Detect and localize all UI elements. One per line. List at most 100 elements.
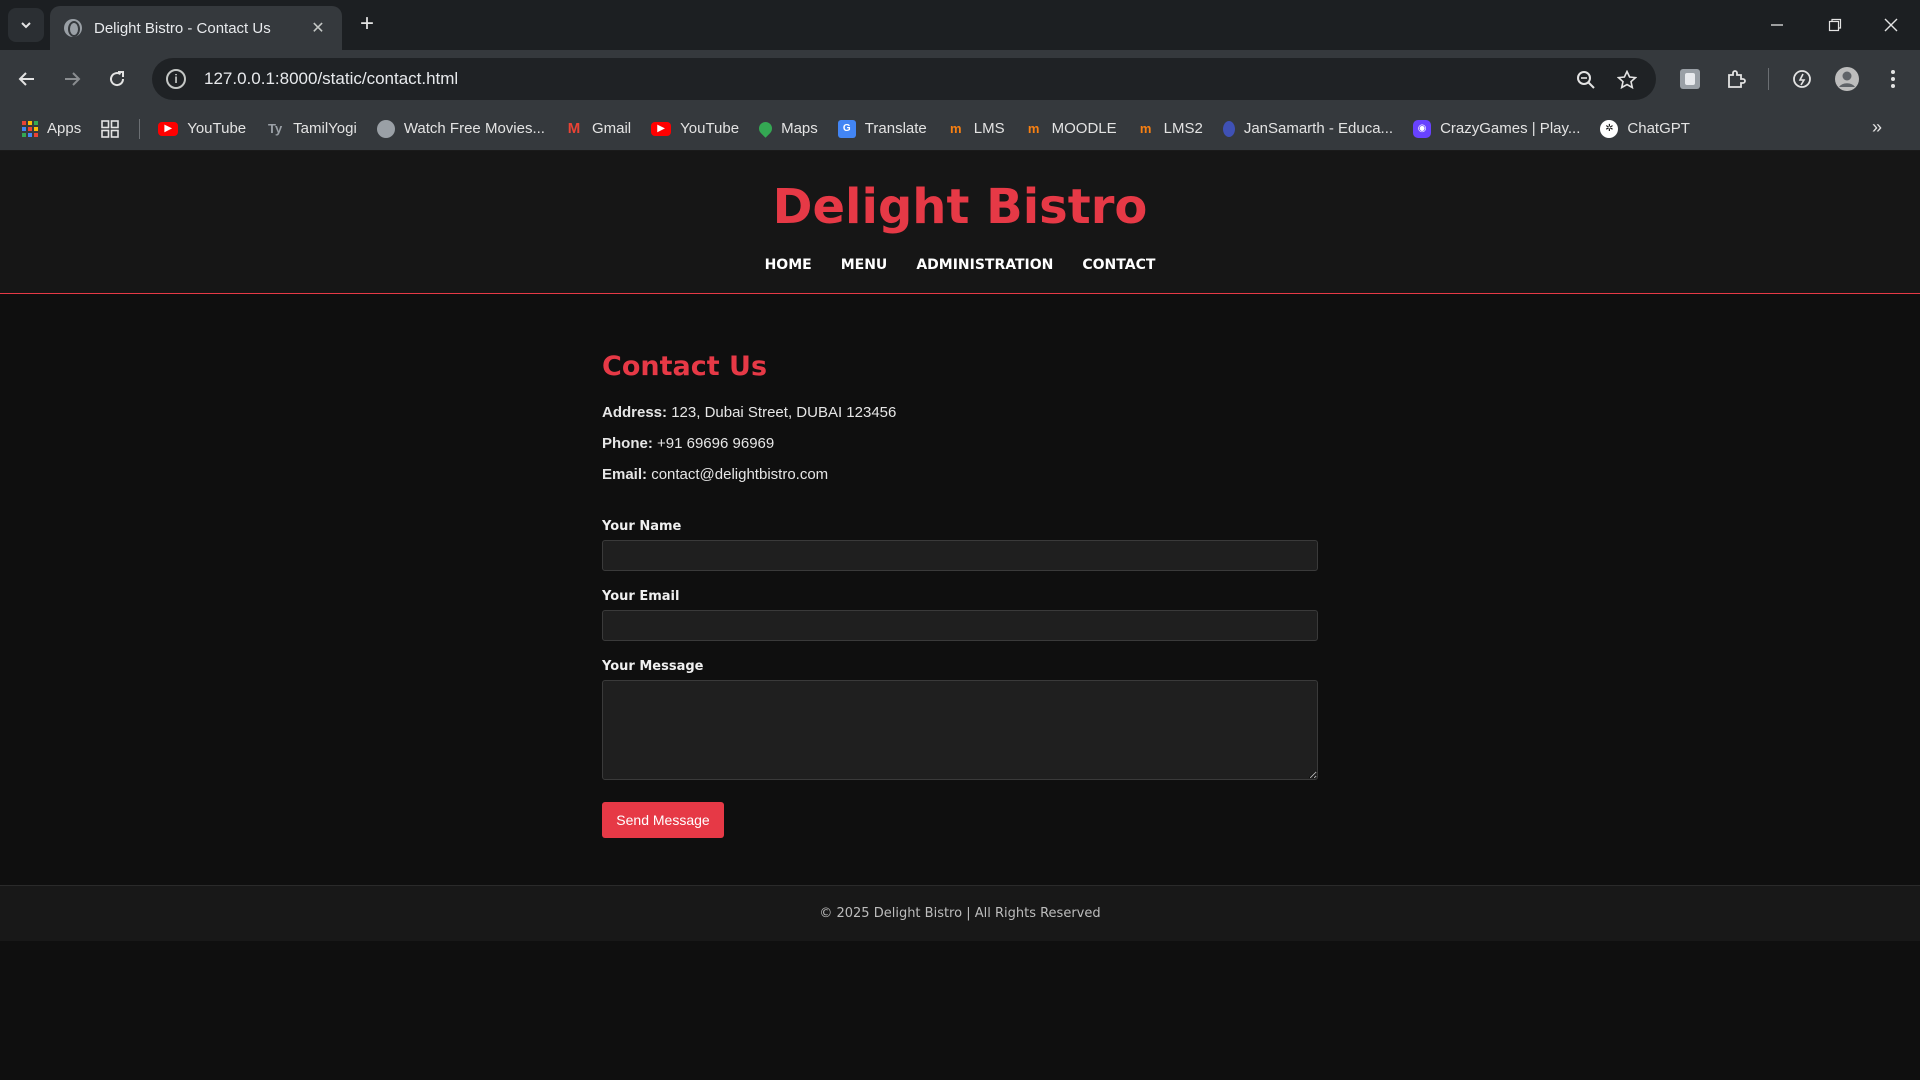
bookmark-label: Gmail xyxy=(591,120,632,137)
message-field[interactable] xyxy=(602,680,1318,780)
close-tab-icon[interactable]: ✕ xyxy=(308,18,328,38)
bookmark-star-icon[interactable] xyxy=(1616,69,1638,91)
bookmarks-overflow-chevron-icon[interactable]: » xyxy=(1872,117,1882,138)
globe-icon xyxy=(376,119,395,138)
youtube-icon: ▶ xyxy=(651,121,672,136)
maps-icon xyxy=(756,119,775,138)
send-message-button[interactable]: Send Message xyxy=(602,802,724,838)
email-label: Email: xyxy=(602,466,648,483)
bookmarks-divider xyxy=(139,118,141,139)
address-url: 127.0.0.1:8000/static/contact.html xyxy=(204,69,459,88)
moodle-icon: m xyxy=(949,121,962,136)
email-field-label: Your Email xyxy=(602,589,680,604)
bookmark-label: Maps xyxy=(781,120,818,137)
bookmark-label: ChatGPT xyxy=(1627,120,1690,137)
bookmark-maps[interactable]: Maps xyxy=(756,119,818,138)
nav-contact[interactable]: CONTACT xyxy=(1082,257,1155,273)
site-header: Delight Bistro HOME MENU ADMINISTRATION … xyxy=(0,151,1920,294)
bookmark-label: LMS xyxy=(973,120,1005,137)
name-field-label: Your Name xyxy=(602,519,682,534)
nav-home[interactable]: HOME xyxy=(765,257,812,273)
gmail-icon: M xyxy=(567,120,581,137)
apps-grid-icon xyxy=(22,120,38,137)
bookmark-crazygames[interactable]: ◉ CrazyGames | Play... xyxy=(1413,119,1581,138)
extensions-menu-button[interactable] xyxy=(1721,64,1751,94)
email-line: Email: contact@delightbistro.com xyxy=(602,466,1318,483)
moodle-icon: m xyxy=(1027,121,1040,136)
bookmark-label: YouTube xyxy=(680,120,740,137)
browser-toolbar: i 127.0.0.1:8000/static/contact.html xyxy=(0,50,1920,107)
bookmark-lms2[interactable]: m LMS2 xyxy=(1137,120,1203,138)
bookmark-jansamarth[interactable]: JanSamarth - Educa... xyxy=(1222,120,1394,137)
crazygames-icon: ◉ xyxy=(1413,119,1432,138)
bookmark-watch-free-movies[interactable]: Watch Free Movies... xyxy=(376,119,545,138)
contact-section: Contact Us Address: 123, Dubai Street, D… xyxy=(602,351,1318,838)
minimize-icon xyxy=(1771,24,1783,26)
site-info-icon[interactable]: i xyxy=(166,69,186,89)
bookmark-label: MOODLE xyxy=(1051,120,1117,137)
forward-button[interactable] xyxy=(57,64,87,94)
close-icon xyxy=(1884,18,1898,32)
bookmark-translate[interactable]: G Translate xyxy=(837,119,927,138)
more-vertical-icon xyxy=(1891,70,1895,88)
email-value: contact@delightbistro.com xyxy=(651,466,829,483)
bookmark-label: JanSamarth - Educa... xyxy=(1243,120,1394,137)
bookmark-lms[interactable]: m LMS xyxy=(947,120,1005,138)
reload-button[interactable] xyxy=(102,64,132,94)
extension-app-icon xyxy=(1680,69,1700,89)
new-tab-button[interactable]: + xyxy=(352,10,382,40)
profile-avatar[interactable] xyxy=(1832,64,1862,94)
bookmark-label: Translate xyxy=(864,120,927,137)
contact-form: Your Name Your Email Your Message Send M… xyxy=(602,519,1318,838)
name-field[interactable] xyxy=(602,540,1318,571)
bookmark-gmail[interactable]: M Gmail xyxy=(565,120,631,138)
tab-title: Delight Bistro - Contact Us xyxy=(94,19,271,37)
arrow-left-icon xyxy=(18,72,34,86)
message-field-label: Your Message xyxy=(602,659,704,674)
site-brand: Delight Bistro xyxy=(772,179,1148,235)
close-window-button[interactable] xyxy=(1862,0,1920,50)
browser-tab-active[interactable]: Delight Bistro - Contact Us ✕ xyxy=(50,6,342,50)
translate-icon: G xyxy=(837,119,856,138)
email-field[interactable] xyxy=(602,610,1318,641)
puzzle-icon xyxy=(1728,70,1746,88)
bookmark-apps[interactable]: Apps xyxy=(22,120,81,137)
back-button[interactable] xyxy=(12,64,42,94)
chevron-down-icon xyxy=(21,22,31,29)
toolbar-divider xyxy=(1768,68,1769,90)
browser-menu-button[interactable] xyxy=(1878,64,1908,94)
address-line: Address: 123, Dubai Street, DUBAI 123456 xyxy=(602,404,1318,421)
bookmark-youtube-2[interactable]: ▶ YouTube xyxy=(651,120,739,137)
bookmark-label: Watch Free Movies... xyxy=(403,120,545,137)
footer-copyright: © 2025 Delight Bistro | All Rights Reser… xyxy=(819,906,1101,921)
phone-label: Phone: xyxy=(602,435,653,452)
nav-administration[interactable]: ADMINISTRATION xyxy=(916,257,1053,273)
tab-groups-icon xyxy=(101,119,120,138)
phone-value: +91 69696 96969 xyxy=(657,435,775,452)
restore-button[interactable] xyxy=(1806,0,1864,50)
browser-titlebar: Delight Bistro - Contact Us ✕ + xyxy=(0,0,1920,50)
performance-button[interactable] xyxy=(1787,64,1817,94)
page-viewport: Delight Bistro HOME MENU ADMINISTRATION … xyxy=(0,151,1920,1080)
bookmarks-bar: Apps ▶ YouTube Ty TamilYogi Watch Free M… xyxy=(0,107,1920,151)
reload-icon xyxy=(110,71,125,87)
zoom-icon[interactable] xyxy=(1575,69,1597,91)
minimize-button[interactable] xyxy=(1748,0,1806,50)
jansamarth-icon xyxy=(1222,120,1235,137)
site-nav: HOME MENU ADMINISTRATION CONTACT xyxy=(0,257,1920,273)
avatar-icon xyxy=(1835,67,1859,91)
bookmark-chatgpt[interactable]: ✲ ChatGPT xyxy=(1600,119,1690,138)
bookmark-label: CrazyGames | Play... xyxy=(1440,120,1581,137)
tab-search-button[interactable] xyxy=(8,8,44,42)
moodle-icon: m xyxy=(1139,121,1152,136)
address-bar[interactable]: i 127.0.0.1:8000/static/contact.html xyxy=(152,58,1656,100)
restore-icon xyxy=(1828,18,1842,32)
speedometer-icon xyxy=(1793,70,1811,88)
tab-groups-button[interactable] xyxy=(101,119,120,138)
extension-button[interactable] xyxy=(1675,64,1705,94)
page-title: Contact Us xyxy=(602,351,768,382)
bookmark-youtube[interactable]: ▶ YouTube xyxy=(158,120,246,137)
bookmark-tamilyogi[interactable]: Ty TamilYogi xyxy=(266,120,357,138)
bookmark-moodle[interactable]: m MOODLE xyxy=(1025,120,1117,138)
nav-menu[interactable]: MENU xyxy=(841,257,888,273)
